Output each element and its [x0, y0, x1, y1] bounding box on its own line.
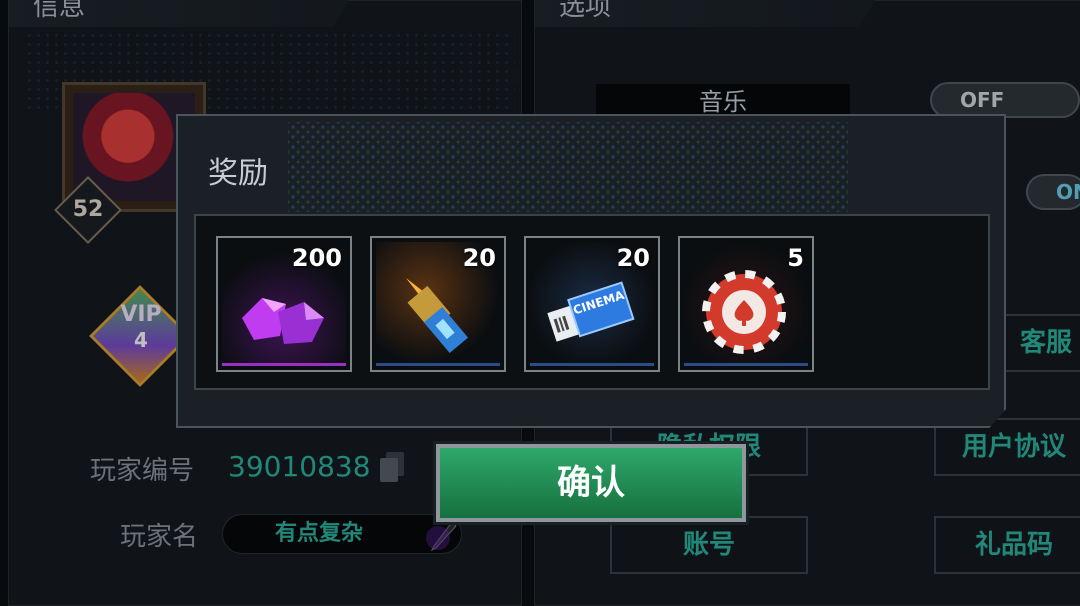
- reward-count: 5: [787, 244, 804, 272]
- decorative-dot-grid: [288, 122, 848, 212]
- modal-title: 奖励: [208, 156, 268, 191]
- purple-gem-icon: [242, 298, 324, 344]
- reward-item-gem[interactable]: 200: [216, 236, 352, 372]
- reward-count: 200: [291, 244, 342, 272]
- cinema-ticket-icon: CINEMA: [547, 281, 635, 342]
- reward-item-bullet[interactable]: 20: [370, 236, 506, 372]
- reward-modal: 奖励 200 20 CINEMA 20 5: [176, 114, 1006, 428]
- reward-item-poker-chip[interactable]: 5: [678, 236, 814, 372]
- reward-item-cinema-ticket[interactable]: CINEMA 20: [524, 236, 660, 372]
- reward-list: 200 20 CINEMA 20 5: [194, 214, 990, 390]
- reward-count: 20: [616, 244, 650, 272]
- confirm-button[interactable]: 确认: [436, 444, 746, 522]
- poker-chip-icon: [702, 270, 786, 354]
- bullet-icon: [406, 278, 469, 354]
- reward-count: 20: [462, 244, 496, 272]
